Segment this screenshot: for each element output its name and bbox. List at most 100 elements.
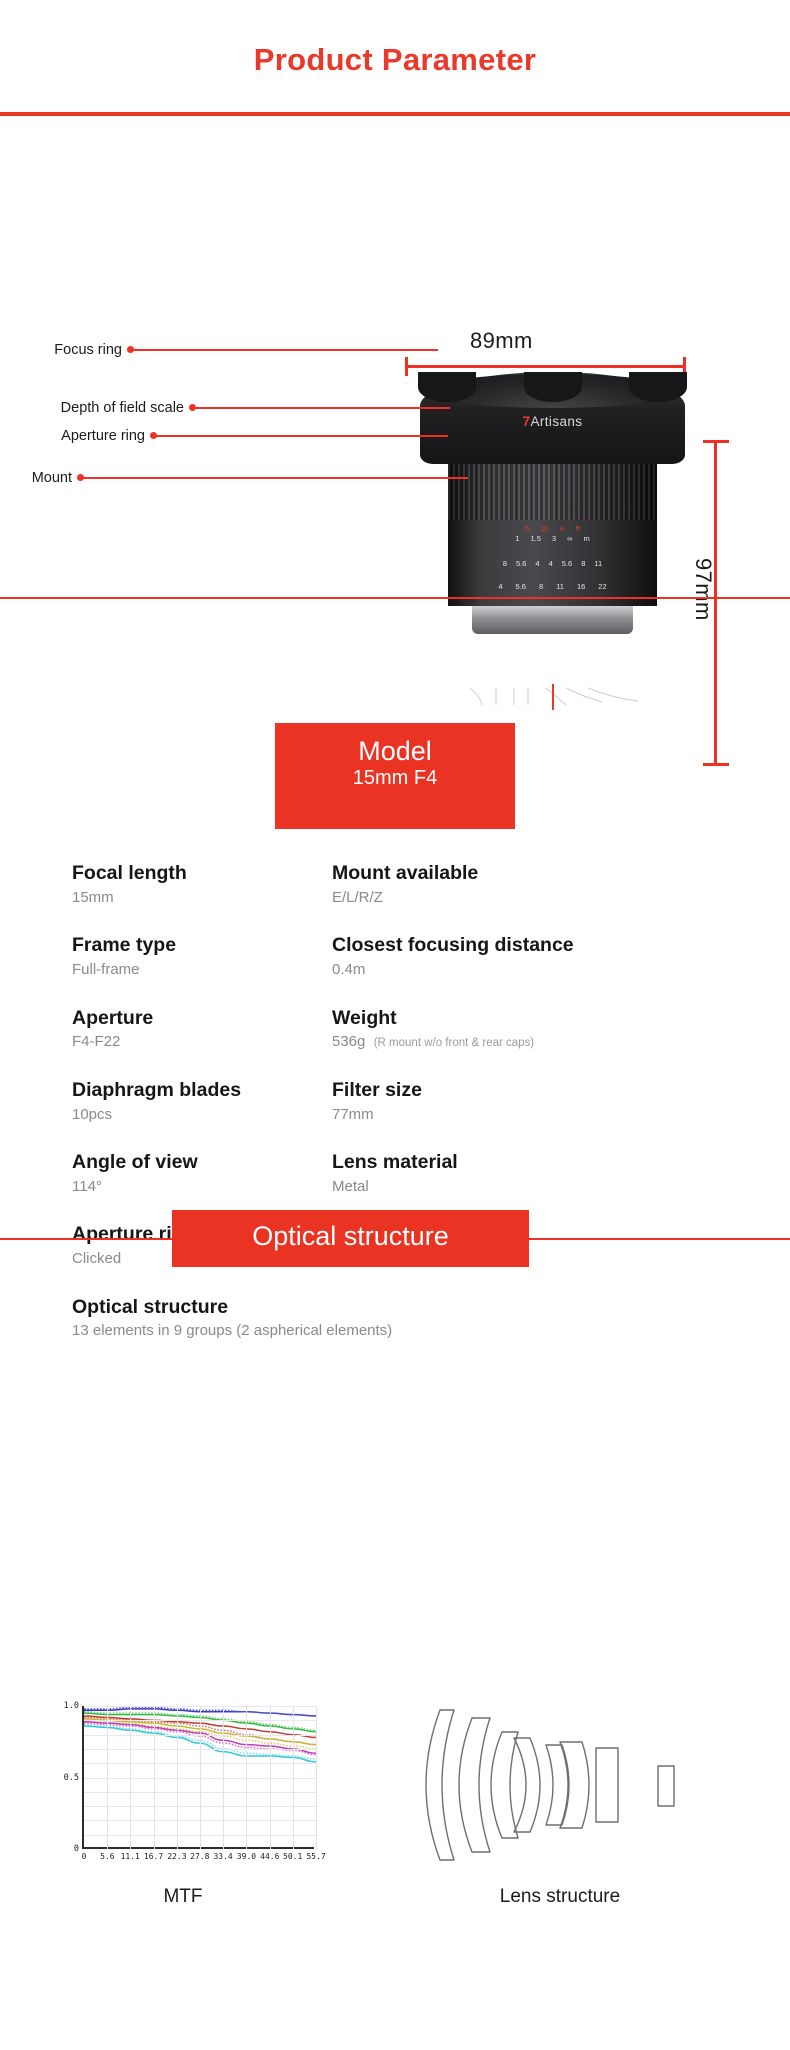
aperture-f-numbers: 4 5.6 8 11 16 22 <box>448 582 657 591</box>
spec-row: Aperture F4-F22 Weight 536g (R mount w/o… <box>72 1007 722 1054</box>
scale-tick: 3 <box>551 534 557 543</box>
spec-label: Lens material <box>332 1151 458 1174</box>
scale-tick: 11 <box>594 559 603 568</box>
width-dimension-line <box>405 365 686 368</box>
model-banner: Model 15mm F4 <box>275 723 515 829</box>
spec-value: Metal <box>332 1177 369 1195</box>
chart-gridline-horizontal <box>84 1748 316 1750</box>
chart-xtick-label: 22.3 <box>167 1852 187 1861</box>
spec-label: Filter size <box>332 1078 422 1101</box>
scale-tick: 5.6 <box>515 559 527 568</box>
distance-scale-feet: 5 10 ∞ ft <box>448 524 657 533</box>
spec-label: Aperture <box>72 1006 154 1029</box>
scale-tick: ft <box>575 524 581 533</box>
depth-of-field-f-numbers: 8 5.6 4 4 5.6 8 11 <box>448 559 657 568</box>
model-banner-subtitle: 15mm F4 <box>352 767 438 790</box>
chart-ytick-label: 1.0 <box>63 1701 79 1711</box>
brand-label: 7Artisans <box>420 414 685 429</box>
spec-value: 10pcs <box>72 1105 113 1123</box>
chart-gridline-horizontal <box>84 1791 316 1793</box>
callout-label-focus-ring: Focus ring <box>54 342 122 358</box>
scale-tick: 8 <box>538 582 544 591</box>
spec-label: Angle of view <box>72 1151 198 1174</box>
height-dimension-cap-bottom <box>703 763 729 766</box>
chart-gridline-horizontal <box>84 1720 316 1722</box>
chart-xtick-label: 16.7 <box>143 1852 164 1861</box>
height-dimension-cap-top <box>703 440 729 443</box>
scale-tick: 4 <box>548 559 553 568</box>
spec-label: Diaphragm blades <box>72 1078 242 1101</box>
lens-photo-section: 89mm 97mm 7Artisans 5 10 ∞ ft 1 1.5 3 ∞ … <box>0 150 790 766</box>
scale-tick: 1 <box>515 534 520 543</box>
spec-item-frame-type: Frame type Full-frame <box>72 934 332 981</box>
spec-value: Full-frame <box>72 961 140 979</box>
spec-label: Frame type <box>72 934 177 957</box>
mtf-plot-area: 0 5.6 11.1 16.7 22.3 27.8 33.4 39.0 44.6 50.1 55.7… <box>64 1701 326 1861</box>
chart-xtick-label: 33.4 <box>213 1852 233 1861</box>
spec-item-focal-length: Focal length 15mm <box>72 862 332 909</box>
spec-item-mount-available: Mount available E/L/R/Z <box>332 862 592 909</box>
lens-cross-section <box>425 1709 675 1861</box>
spec-item-filter-size: Filter size 77mm <box>332 1079 592 1126</box>
scale-tick: 11 <box>556 582 564 591</box>
scale-tick: m <box>583 534 590 543</box>
spec-value: 77mm <box>332 1105 374 1123</box>
chart-gridline-horizontal <box>84 1734 316 1736</box>
focus-index-mark <box>552 684 554 710</box>
spec-label: Focal length <box>72 862 187 884</box>
chart-xtick-label: 55.7 <box>306 1852 326 1861</box>
scale-tick: ∞ <box>567 534 573 543</box>
spec-label: Closest focusing distance <box>332 934 574 957</box>
chart-gridline-horizontal <box>84 1806 316 1808</box>
aperture-ring: 4 5.6 8 11 16 22 <box>448 572 657 606</box>
header-divider <box>0 112 790 116</box>
chart-xtick-label: 27.8 <box>190 1852 210 1861</box>
chart-gridline-horizontal <box>84 1777 316 1779</box>
spec-item-angle-of-view: Angle of view 114° <box>72 1151 332 1198</box>
distance-scale-meters: 1 1.5 3 ∞ m <box>448 534 657 543</box>
width-dimension-label: 89mm <box>470 328 533 353</box>
spec-label: Optical structure <box>72 1295 229 1318</box>
chart-gridline-horizontal <box>84 1763 316 1765</box>
chart-gridline-vertical <box>316 1706 317 1849</box>
lens-structure-caption: Lens structure <box>499 1886 621 1907</box>
scale-tick: 5 <box>524 524 530 533</box>
scale-tick: 16 <box>576 582 586 591</box>
chart-gridline-horizontal <box>84 1820 316 1822</box>
chart-gridline-horizontal <box>84 1706 316 1707</box>
callout-line-mount <box>83 477 468 479</box>
callout-label-depth-of-field: Depth of field scale <box>60 400 184 416</box>
spec-row: Focal length 15mm Mount available E/L/R/… <box>72 862 722 909</box>
lens-mount <box>472 606 633 634</box>
optical-structure-banner: Optical structure <box>172 1210 529 1267</box>
spec-item-optical-structure: Optical structure 13 elements in 9 group… <box>72 1296 632 1343</box>
callout-line-focus-ring <box>133 349 438 351</box>
chart-xtick-label: 5.6 <box>100 1852 115 1861</box>
spec-item-diaphragm-blades: Diaphragm blades 10pcs <box>72 1079 332 1126</box>
spec-value: 13 elements in 9 groups (2 aspherical el… <box>72 1322 393 1340</box>
scale-tick: 5.6 <box>561 559 573 568</box>
lens-hood-petal <box>418 372 476 402</box>
specifications-list: Focal length 15mm Mount available E/L/R/… <box>72 862 722 1368</box>
focus-ring <box>448 464 657 520</box>
spec-item-aperture: Aperture F4-F22 <box>72 1007 332 1054</box>
spec-item-lens-material: Lens material Metal <box>332 1151 592 1198</box>
spec-value-group: 536g (R mount w/o front & rear caps) <box>332 1031 592 1054</box>
chart-xtick-label: 44.6 <box>260 1852 280 1861</box>
scale-tick: ∞ <box>559 524 565 533</box>
mtf-caption: MTF <box>163 1886 203 1907</box>
spec-value: F4-F22 <box>72 1033 121 1051</box>
scale-tick: 8 <box>581 559 586 568</box>
spec-value: 0.4m <box>332 961 366 979</box>
scale-tick: 4 <box>498 582 503 591</box>
spec-row: Angle of view 114° Lens material Metal <box>72 1151 722 1198</box>
lens-hood-petal <box>629 372 687 402</box>
lens-hood-petal <box>524 372 582 402</box>
spec-value: 536g <box>332 1033 366 1051</box>
height-dimension-label: 97mm <box>691 558 716 621</box>
spec-row: Diaphragm blades 10pcs Filter size 77mm <box>72 1079 722 1126</box>
model-banner-title: Model <box>358 736 432 766</box>
spec-row: Optical structure 13 elements in 9 group… <box>72 1296 722 1343</box>
scale-tick: 5.6 <box>515 582 526 591</box>
optical-structure-banner-title: Optical structure <box>252 1221 449 1251</box>
